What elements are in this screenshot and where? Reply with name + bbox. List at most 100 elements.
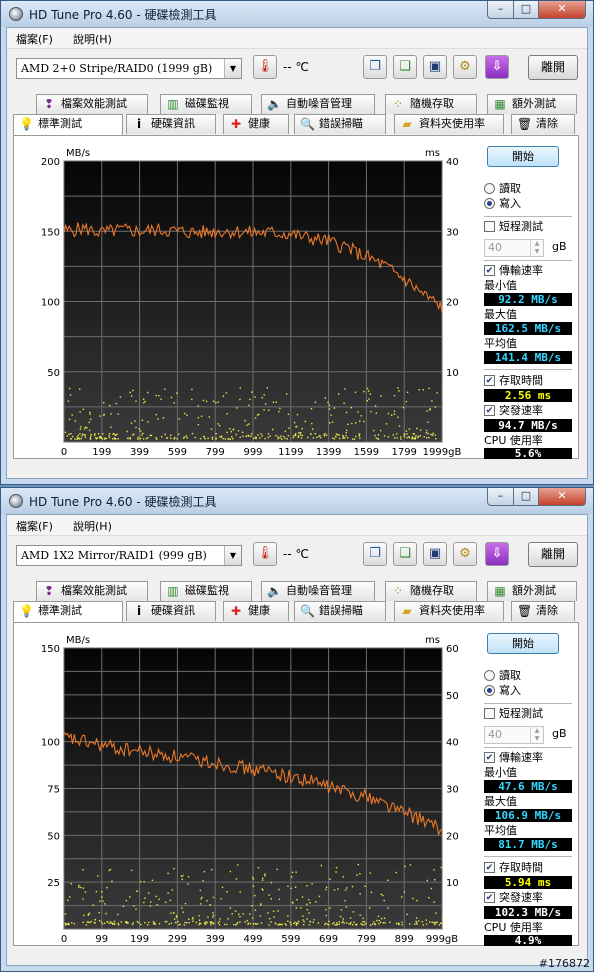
write-radio[interactable]: 寫入 xyxy=(484,197,574,211)
access-time-point xyxy=(406,391,409,393)
access-time-point xyxy=(99,415,101,417)
access-time-point xyxy=(106,921,109,923)
chevron-down-icon[interactable]: ▼ xyxy=(224,59,241,78)
file-benchmark-icon: ❢ xyxy=(43,97,55,111)
tab-error-scan[interactable]: 🔍 錯誤掃瞄 xyxy=(294,601,386,621)
exit-button[interactable]: 離開 xyxy=(528,55,578,80)
tab-random-access[interactable]: ⁘ 隨機存取 xyxy=(385,94,477,114)
tab-disk-monitor[interactable]: ▥ 磁碟監視 xyxy=(160,94,252,114)
title-bar[interactable]: HD Tune Pro 4.60 - 硬碟檢測工具 – □ ✕ xyxy=(1,1,593,27)
chevron-down-icon[interactable]: ▼ xyxy=(224,546,241,565)
access-time-point xyxy=(217,423,219,425)
stepper-arrows-icon[interactable]: ▲ ▼ xyxy=(530,727,543,743)
tab-error-scan[interactable]: 🔍 錯誤掃瞄 xyxy=(294,114,386,134)
read-radio[interactable]: 讀取 xyxy=(484,669,574,683)
minimize-button[interactable]: – xyxy=(487,488,514,506)
access-time-point xyxy=(218,924,221,926)
y-tick-label: 100 xyxy=(41,738,60,749)
window-title: HD Tune Pro 4.60 - 硬碟檢測工具 xyxy=(29,495,217,509)
save-icon[interactable]: ▣ xyxy=(423,542,447,566)
title-bar[interactable]: HD Tune Pro 4.60 - 硬碟檢測工具 – □ ✕ xyxy=(1,488,593,514)
exit-button[interactable]: 離開 xyxy=(528,542,578,567)
download-arrow-icon[interactable]: ⇩ xyxy=(485,55,509,79)
tab-extra-tests[interactable]: ▦ 額外測試 xyxy=(487,581,577,601)
maximize-button[interactable]: □ xyxy=(513,1,539,19)
save-icon[interactable]: ▣ xyxy=(423,55,447,79)
access-time-point xyxy=(375,412,377,414)
access-time-point xyxy=(68,433,70,435)
access-time-point xyxy=(314,433,316,435)
close-button[interactable]: ✕ xyxy=(538,1,586,19)
start-button[interactable]: 開始 xyxy=(487,633,559,654)
access-time-point xyxy=(215,402,217,404)
menu-file[interactable]: 檔案(F) xyxy=(16,31,53,47)
tab-extra-tests[interactable]: ▦ 額外測試 xyxy=(487,94,577,114)
read-label: 讀取 xyxy=(499,182,521,195)
thermometer-icon[interactable]: 🌡 xyxy=(253,55,277,79)
menu-help[interactable]: 說明(H) xyxy=(73,31,112,47)
tab-folder-usage[interactable]: ▰ 資料夾使用率 xyxy=(394,601,504,621)
access-time-point xyxy=(184,902,187,905)
y2-tick-label: 30 xyxy=(446,227,459,238)
read-radio[interactable]: 讀取 xyxy=(484,182,574,196)
burst-rate-checkbox[interactable]: ✔ 突發速率 xyxy=(484,404,574,418)
short-test-size-stepper[interactable]: 40 ▲ ▼ xyxy=(484,726,544,744)
transfer-rate-checkbox[interactable]: ✔ 傳輸速率 xyxy=(484,264,574,278)
access-time-point xyxy=(427,421,429,423)
stepper-arrows-icon[interactable]: ▲ ▼ xyxy=(530,240,543,256)
tab-benchmark[interactable]: 💡 標準測試 xyxy=(13,601,123,623)
avg-value: 141.4 MB/s xyxy=(484,351,572,364)
menu-help[interactable]: 說明(H) xyxy=(73,518,112,534)
tab-info[interactable]: ⅰ 硬碟資訊 xyxy=(126,601,216,621)
access-time-point xyxy=(278,888,280,891)
thermometer-icon[interactable]: 🌡 xyxy=(253,542,277,566)
copy-info-icon[interactable]: ❐ xyxy=(363,55,387,79)
tab-random-access[interactable]: ⁘ 隨機存取 xyxy=(385,581,477,601)
tab-noise-management[interactable]: 🔈 自動噪音管理 xyxy=(261,581,375,601)
access-time-point xyxy=(215,433,217,435)
drive-select[interactable]: AMD 2+0 Stripe/RAID0 (1999 gB) ▼ xyxy=(16,58,242,79)
y-axis-unit: MB/s xyxy=(66,635,90,646)
access-time-point xyxy=(300,437,303,439)
maximize-button[interactable]: □ xyxy=(513,488,539,506)
menu-file[interactable]: 檔案(F) xyxy=(16,518,53,534)
tab-disk-monitor[interactable]: ▥ 磁碟監視 xyxy=(160,581,252,601)
copy-info-icon[interactable]: ❐ xyxy=(363,542,387,566)
copy-screenshot-icon[interactable]: ❏ xyxy=(393,55,417,79)
access-time-point xyxy=(164,433,166,436)
tab-folder-usage[interactable]: ▰ 資料夾使用率 xyxy=(394,114,504,134)
access-time-point xyxy=(370,410,372,413)
burst-rate-checkbox[interactable]: ✔ 突發速率 xyxy=(484,891,574,905)
short-test-checkbox[interactable]: 短程測試 xyxy=(484,220,574,234)
access-time-checkbox[interactable]: ✔ 存取時間 xyxy=(484,374,574,388)
tab-benchmark[interactable]: 💡 標準測試 xyxy=(13,114,123,136)
access-time-point xyxy=(79,388,81,390)
tab-info[interactable]: ⅰ 硬碟資訊 xyxy=(126,114,216,134)
download-arrow-icon[interactable]: ⇩ xyxy=(485,542,509,566)
tab-noise-management[interactable]: 🔈 自動噪音管理 xyxy=(261,94,375,114)
access-time-point xyxy=(350,406,352,409)
write-radio[interactable]: 寫入 xyxy=(484,684,574,698)
access-time-point xyxy=(147,437,149,439)
tab-file-benchmark[interactable]: ❢ 檔案效能測試 xyxy=(36,94,148,114)
options-icon[interactable]: ⚙ xyxy=(453,55,477,79)
tab-erase[interactable]: 🗑 清除 xyxy=(511,114,575,134)
tab-erase[interactable]: 🗑 清除 xyxy=(511,601,575,621)
copy-screenshot-icon[interactable]: ❏ xyxy=(393,542,417,566)
access-time-point xyxy=(423,436,425,438)
short-test-size-stepper[interactable]: 40 ▲ ▼ xyxy=(484,239,544,257)
access-time-checkbox[interactable]: ✔ 存取時間 xyxy=(484,861,574,875)
tab-health[interactable]: ✚ 健康 xyxy=(223,114,289,134)
options-icon[interactable]: ⚙ xyxy=(453,542,477,566)
drive-select[interactable]: AMD 1X2 Mirror/RAID1 (999 gB) ▼ xyxy=(16,545,242,566)
tab-label: 額外測試 xyxy=(512,97,556,110)
tab-file-benchmark[interactable]: ❢ 檔案效能測試 xyxy=(36,581,148,601)
access-time-point xyxy=(94,922,96,924)
minimize-button[interactable]: – xyxy=(487,1,514,19)
tab-health[interactable]: ✚ 健康 xyxy=(223,601,289,621)
close-button[interactable]: ✕ xyxy=(538,488,586,506)
transfer-rate-checkbox[interactable]: ✔ 傳輸速率 xyxy=(484,751,574,765)
start-button[interactable]: 開始 xyxy=(487,146,559,167)
short-test-checkbox[interactable]: 短程測試 xyxy=(484,707,574,721)
access-time-point xyxy=(129,896,131,898)
